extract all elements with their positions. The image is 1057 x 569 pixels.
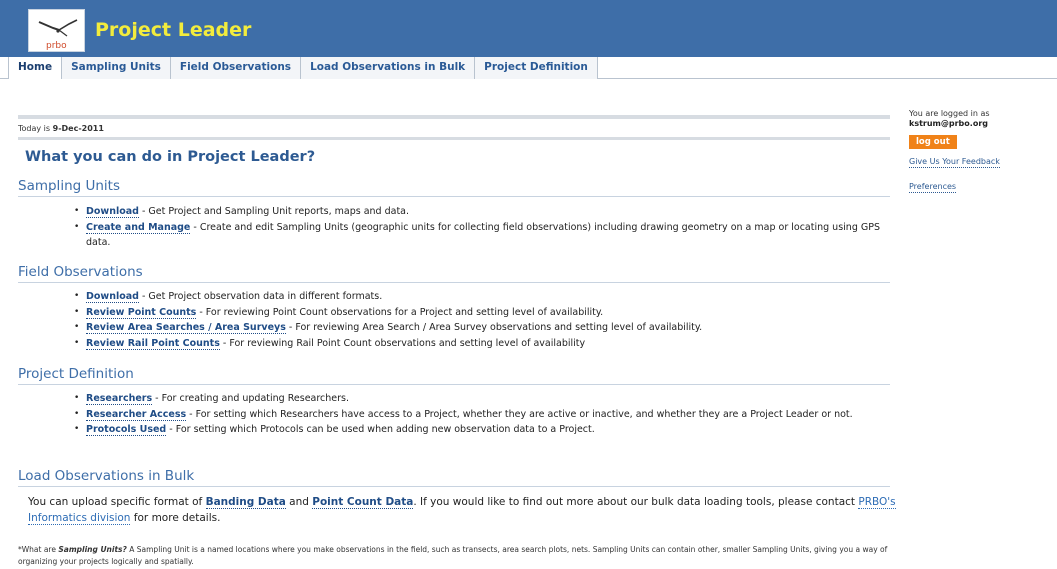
feedback-link[interactable]: Give Us Your Feedback <box>909 157 1000 168</box>
list-item: • Download - Get Project observation data… <box>70 289 890 305</box>
field-observations-list: • Download - Get Project observation data… <box>70 289 890 351</box>
logged-in-user: kstrum@prbo.org <box>909 119 988 128</box>
bullet: • <box>74 337 80 348</box>
bullet: • <box>74 393 80 403</box>
preferences-link[interactable]: Preferences <box>909 182 957 193</box>
section-divider <box>18 384 890 385</box>
logo-text: prbo <box>46 41 67 51</box>
today-date: Today is 9-Dec-2011 <box>18 124 104 134</box>
date-divider <box>18 137 890 140</box>
section-divider <box>18 486 890 487</box>
observations-download-link[interactable]: Download <box>86 291 139 303</box>
nav-tab-bar: Home Sampling Units Field Observations L… <box>0 57 1057 79</box>
today-prefix: Today is <box>18 124 53 133</box>
bulk-text-4: for more details. <box>130 512 221 524</box>
list-item: • Review Rail Point Counts - For reviewin… <box>70 336 890 352</box>
section-title-load-observations-in-bulk: Load Observations in Bulk <box>18 468 195 484</box>
list-item: • Download - Get Project and Sampling Uni… <box>70 204 890 220</box>
list-item: • Researchers - For creating and updating… <box>70 391 890 407</box>
tab-list: Home Sampling Units Field Observations L… <box>8 57 598 79</box>
page-title: What you can do in Project Leader? <box>25 149 316 165</box>
today-value: 9-Dec-2011 <box>52 124 104 133</box>
section-title-field-observations: Field Observations <box>18 264 143 280</box>
researchers-link[interactable]: Researchers <box>86 393 153 405</box>
list-item: • Researcher Access - For setting which R… <box>70 407 890 423</box>
prbo-logo[interactable]: prbo <box>28 9 85 52</box>
review-area-searches-link[interactable]: Review Area Searches / Area Surveys <box>86 322 286 334</box>
bullet: • <box>74 424 80 434</box>
create-and-manage-link[interactable]: Create and Manage <box>86 221 191 234</box>
list-item: • Protocols Used - For setting which Prot… <box>70 422 890 438</box>
logout-button[interactable]: log out <box>909 135 957 149</box>
bullet: • <box>74 221 80 232</box>
item-description: - For reviewing Point Count observations… <box>196 306 604 318</box>
sampling-units-list: • Download - Get Project and Sampling Uni… <box>70 204 890 251</box>
item-description: - Get Project and Sampling Unit reports,… <box>138 206 410 217</box>
item-description: - Create and edit Sampling Units (geogra… <box>86 221 880 249</box>
top-divider <box>18 115 890 119</box>
point-count-data-link[interactable]: Point Count Data <box>312 496 414 509</box>
section-title-project-definition: Project Definition <box>18 366 134 382</box>
list-item: • Create and Manage - Create and edit Sam… <box>70 220 890 251</box>
bullet: • <box>74 408 80 419</box>
section-divider <box>18 196 890 197</box>
bullet: • <box>74 306 80 317</box>
item-description: - For setting which Researchers have acc… <box>186 408 853 420</box>
app-title: Project Leader <box>95 19 252 41</box>
tab-field-observations[interactable]: Field Observations <box>170 57 302 79</box>
item-description: - For reviewing Rail Point Count observa… <box>219 337 586 349</box>
bulk-load-paragraph: You can upload specific format of Bandin… <box>28 494 898 526</box>
bullet: • <box>74 322 80 332</box>
protocols-used-link[interactable]: Protocols Used <box>86 424 167 436</box>
logged-in-label: You are logged in as <box>909 109 990 118</box>
footnote-term: Sampling Units? <box>58 545 127 554</box>
list-item: • Review Area Searches / Area Surveys - F… <box>70 320 890 336</box>
section-title-sampling-units: Sampling Units <box>18 178 120 194</box>
item-description: - For creating and updating Researchers. <box>152 393 350 404</box>
section-divider <box>18 282 890 283</box>
banding-data-link[interactable]: Banding Data <box>205 496 286 509</box>
item-description: - Get Project observation data in differ… <box>138 291 383 302</box>
bullet: • <box>74 206 80 216</box>
bulk-text-1: You can upload specific format of <box>28 496 206 508</box>
item-description: - For setting which Protocols can be use… <box>166 424 595 435</box>
sampling-units-download-link[interactable]: Download <box>86 206 139 218</box>
tab-project-definition[interactable]: Project Definition <box>475 57 598 79</box>
footnote-text: A Sampling Unit is a named locations whe… <box>18 545 888 566</box>
sampling-units-footnote: *What are Sampling Units? A Sampling Uni… <box>18 544 898 568</box>
item-description: - For reviewing Area Search / Area Surve… <box>285 322 703 333</box>
tab-load-observations-in-bulk[interactable]: Load Observations in Bulk <box>301 57 476 79</box>
footnote-prefix: *What are <box>18 545 59 554</box>
bulk-text-2: and <box>285 496 313 508</box>
review-rail-point-counts-link[interactable]: Review Rail Point Counts <box>86 337 220 350</box>
user-sidebar: You are logged in as kstrum@prbo.org log… <box>909 109 1049 193</box>
bullet: • <box>74 291 80 301</box>
tab-home[interactable]: Home <box>9 57 63 79</box>
app-header: prbo Project Leader <box>0 0 1057 57</box>
researcher-access-link[interactable]: Researcher Access <box>86 408 187 421</box>
bulk-text-3: . If you would like to find out more abo… <box>413 496 859 508</box>
tab-sampling-units[interactable]: Sampling Units <box>62 57 171 79</box>
project-definition-list: • Researchers - For creating and updating… <box>70 391 890 438</box>
review-point-counts-link[interactable]: Review Point Counts <box>86 306 197 319</box>
list-item: • Review Point Counts - For reviewing Poi… <box>70 305 890 321</box>
